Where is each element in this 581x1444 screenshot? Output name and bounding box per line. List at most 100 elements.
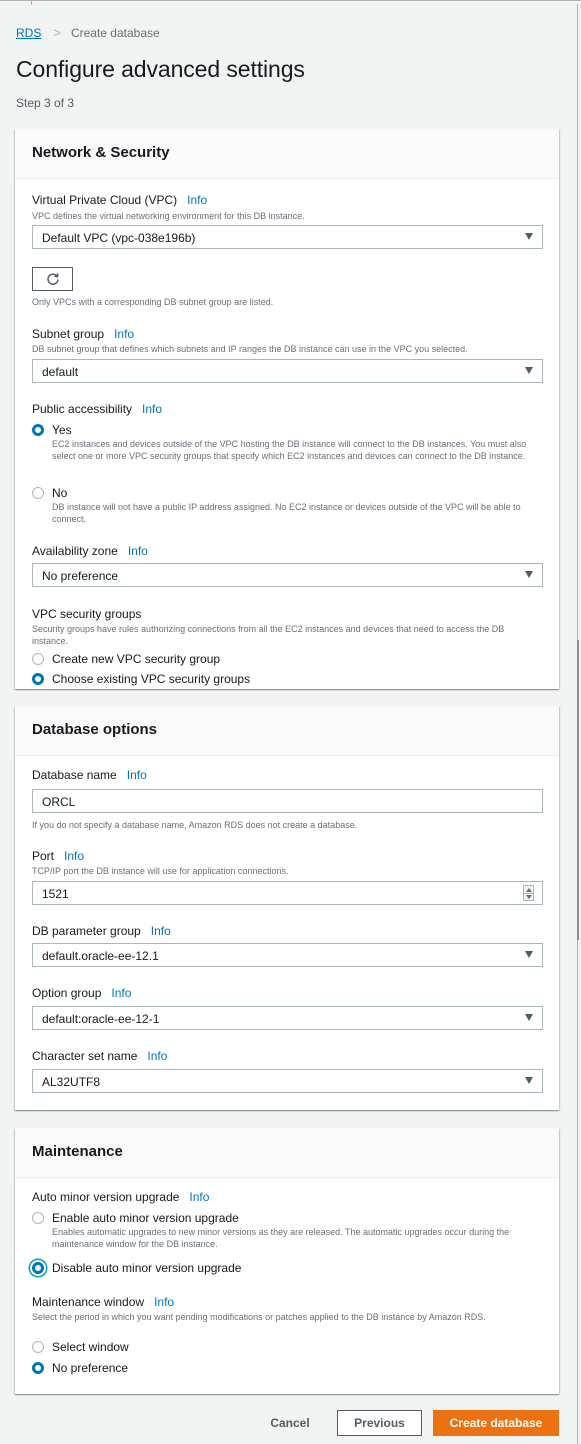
auto-minor-label: Auto minor version upgrade Info	[32, 1190, 209, 1204]
vpc-info-link[interactable]: Info	[187, 193, 207, 207]
vpc-label-text: Virtual Private Cloud (VPC)	[32, 193, 178, 207]
database-options-panel: Database options Database name Info ORCL …	[15, 706, 559, 1110]
port-input-value: 1521	[42, 887, 69, 901]
public-access-info-link[interactable]: Info	[142, 402, 162, 416]
maintenance-window-label-text: Maintenance window	[32, 1295, 145, 1309]
scrollbar-thumb[interactable]	[577, 640, 579, 940]
public-access-label-text: Public accessibility	[32, 402, 133, 416]
subnet-label-text: Subnet group	[32, 327, 105, 341]
panel-title: Network & Security	[15, 129, 559, 179]
breadcrumb-rds-link[interactable]: RDS	[16, 26, 41, 40]
radio-text: No preference	[52, 1360, 128, 1376]
public-access-no-radio[interactable]: No DB instance will not have a public IP…	[32, 485, 542, 525]
radio-checked-icon[interactable]	[32, 1362, 44, 1374]
subnet-select[interactable]: default	[32, 359, 543, 383]
option-group-info-link[interactable]: Info	[111, 986, 131, 1000]
enable-auto-minor-radio[interactable]: Enable auto minor version upgrade Enable…	[32, 1210, 542, 1250]
radio-text: Create new VPC security group	[52, 651, 220, 667]
radio-unchecked-icon[interactable]	[32, 1341, 44, 1353]
radio-checked-icon[interactable]	[32, 424, 44, 436]
radio-unchecked-icon[interactable]	[32, 653, 44, 665]
port-description: TCP/IP port the DB instance will use for…	[32, 866, 289, 876]
db-name-label: Database name Info	[32, 768, 147, 782]
select-window-radio[interactable]: Select window	[32, 1339, 129, 1355]
security-groups-description: Security groups have rules authorizing c…	[32, 624, 505, 646]
breadcrumb-current: Create database	[70, 25, 160, 40]
create-database-button[interactable]: Create database	[433, 1410, 559, 1436]
subnet-select-value: default	[42, 365, 79, 379]
cancel-button[interactable]: Cancel	[262, 1410, 318, 1436]
stepper-down-icon[interactable]	[526, 895, 532, 899]
caret-down-icon	[525, 571, 533, 578]
subnet-label: Subnet group Info	[32, 327, 134, 341]
port-info-link[interactable]: Info	[64, 849, 84, 863]
wizard-footer: Cancel Previous Create database	[0, 1410, 581, 1436]
radio-description: EC2 instances and devices outside of the…	[52, 439, 527, 461]
db-name-info-link[interactable]: Info	[127, 768, 147, 782]
step-indicator: Step 3 of 3	[16, 96, 75, 110]
option-group-select[interactable]: default:oracle-ee-12-1	[32, 1006, 543, 1030]
vpc-hint: Only VPCs with a corresponding DB subnet…	[32, 297, 274, 307]
create-new-sg-radio[interactable]: Create new VPC security group	[32, 651, 220, 667]
public-access-yes-radio[interactable]: Yes EC2 instances and devices outside of…	[32, 422, 542, 462]
radio-label: Yes	[52, 423, 72, 437]
az-label: Availability zone Info	[32, 544, 148, 558]
auto-minor-info-link[interactable]: Info	[189, 1190, 209, 1204]
radio-text: Enable auto minor version upgrade Enable…	[52, 1210, 542, 1250]
caret-down-icon	[525, 951, 533, 958]
radio-label: No preference	[52, 1361, 129, 1375]
option-group-label-text: Option group	[32, 986, 102, 1000]
public-access-label: Public accessibility Info	[32, 402, 162, 416]
radio-text: Select window	[52, 1339, 129, 1355]
radio-checked-icon[interactable]	[32, 673, 44, 685]
radio-label: Choose existing VPC security groups	[52, 672, 251, 686]
subnet-info-link[interactable]: Info	[114, 327, 134, 341]
radio-label: Enable auto minor version upgrade	[52, 1211, 239, 1225]
db-name-hint: If you do not specify a database name, A…	[32, 820, 358, 830]
previous-button[interactable]: Previous	[337, 1410, 422, 1436]
radio-description: DB instance will not have a public IP ad…	[52, 502, 521, 524]
no-preference-radio[interactable]: No preference	[32, 1360, 128, 1376]
page-title: Configure advanced settings	[16, 56, 305, 82]
radio-checked-icon[interactable]	[32, 1262, 44, 1274]
radio-label: Disable auto minor version upgrade	[52, 1261, 242, 1275]
param-group-select[interactable]: default.oracle-ee-12.1	[32, 943, 543, 967]
az-select[interactable]: No preference	[32, 563, 543, 587]
az-info-link[interactable]: Info	[128, 544, 148, 558]
vpc-select-value: Default VPC (vpc-038e196b)	[42, 231, 196, 245]
port-input[interactable]: 1521	[32, 881, 543, 905]
param-group-select-value: default.oracle-ee-12.1	[42, 949, 159, 963]
choose-existing-sg-radio[interactable]: Choose existing VPC security groups	[32, 671, 250, 687]
stepper-up-icon[interactable]	[526, 888, 532, 892]
charset-select[interactable]: AL32UTF8	[32, 1069, 543, 1093]
option-group-label: Option group Info	[32, 986, 131, 1000]
network-security-panel: Network & Security Virtual Private Cloud…	[15, 129, 559, 689]
radio-text: Disable auto minor version upgrade	[52, 1260, 241, 1276]
radio-unchecked-icon[interactable]	[32, 1212, 44, 1224]
stepper-divider	[524, 893, 533, 894]
charset-label: Character set name Info	[32, 1049, 167, 1063]
charset-label-text: Character set name	[32, 1049, 138, 1063]
caret-down-icon	[525, 1077, 533, 1084]
subnet-description: DB subnet group that defines which subne…	[32, 344, 468, 354]
chevron-right-icon: >	[53, 25, 61, 40]
number-stepper[interactable]	[523, 885, 534, 901]
vpc-description: VPC defines the virtual networking envir…	[32, 211, 305, 221]
param-group-info-link[interactable]: Info	[151, 924, 171, 938]
port-label: Port Info	[32, 849, 84, 863]
radio-unchecked-icon[interactable]	[32, 487, 44, 499]
caret-down-icon	[525, 367, 533, 374]
window-top-edge	[0, 0, 581, 5]
radio-text: No DB instance will not have a public IP…	[52, 485, 542, 525]
maintenance-window-info-link[interactable]: Info	[154, 1295, 174, 1309]
radio-text: Choose existing VPC security groups	[52, 671, 250, 687]
maintenance-window-label: Maintenance window Info	[32, 1295, 174, 1309]
refresh-button[interactable]	[32, 267, 73, 291]
db-name-input[interactable]: ORCL	[32, 789, 543, 813]
port-label-text: Port	[32, 849, 55, 863]
charset-info-link[interactable]: Info	[147, 1049, 167, 1063]
radio-label: No	[52, 486, 68, 500]
vpc-label: Virtual Private Cloud (VPC) Info	[32, 193, 207, 207]
disable-auto-minor-radio[interactable]: Disable auto minor version upgrade	[32, 1260, 241, 1276]
vpc-select[interactable]: Default VPC (vpc-038e196b)	[32, 225, 543, 249]
